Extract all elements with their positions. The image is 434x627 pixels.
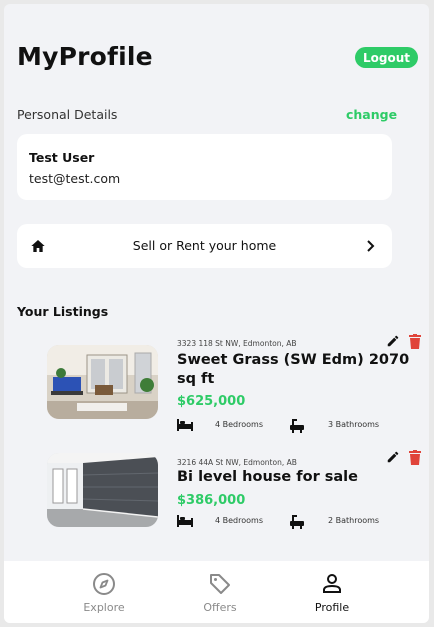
listing-address: 3216 44A St NW, Edmonton, AB — [177, 458, 297, 467]
nav-offers[interactable]: Offers — [180, 561, 260, 623]
listing-address: 3323 118 St NW, Edmonton, AB — [177, 339, 297, 348]
edit-icon[interactable] — [386, 450, 400, 464]
personal-details-label: Personal Details — [17, 107, 118, 122]
nav-profile-label: Profile — [314, 601, 350, 614]
chevron-right-icon — [367, 240, 375, 252]
bathtub-icon — [290, 419, 304, 433]
listing-photo — [47, 453, 158, 527]
logout-button[interactable]: Logout — [355, 47, 418, 68]
your-listings-heading: Your Listings — [17, 304, 109, 319]
edit-icon[interactable] — [386, 334, 400, 348]
personal-details-card: Test User test@test.com — [17, 134, 392, 200]
listing-title: Bi level house for sale — [177, 469, 358, 485]
nav-explore[interactable]: Explore — [64, 561, 144, 623]
listing-price: $386,000 — [177, 493, 246, 508]
sell-or-rent-label: Sell or Rent your home — [132, 238, 277, 253]
listing-item[interactable]: 3216 44A St NW, Edmonton, AB Bi level ho… — [4, 448, 429, 530]
nav-profile[interactable]: Profile — [292, 561, 372, 623]
listing-title: Sweet Grass (SW Edm) 2070 sq ft — [177, 352, 410, 387]
nav-offers-label: Offers — [203, 601, 237, 614]
listing-item[interactable]: 3323 118 St NW, Edmonton, AB Sweet Grass… — [4, 330, 429, 433]
listing-photo — [47, 345, 158, 419]
tag-icon — [210, 574, 230, 594]
bed-icon — [177, 515, 193, 527]
bathrooms-count: 2 Bathrooms — [328, 516, 380, 525]
change-details-link[interactable]: change — [346, 107, 397, 122]
bed-icon — [177, 419, 193, 431]
delete-icon[interactable] — [409, 450, 421, 465]
listing-meta: 4 Bedrooms 2 Bathrooms — [177, 514, 417, 530]
bottom-nav: Explore Offers Profile — [4, 561, 429, 623]
bathtub-icon — [290, 515, 304, 529]
person-icon — [323, 574, 341, 593]
listing-meta: 4 Bedrooms 3 Bathrooms — [177, 418, 417, 434]
bedrooms-count: 4 Bedrooms — [215, 516, 263, 525]
page-title: MyProfile — [17, 42, 153, 71]
user-name: Test User — [29, 150, 95, 165]
bathrooms-count: 3 Bathrooms — [328, 420, 380, 429]
profile-screen: MyProfile Logout Personal Details change… — [4, 4, 429, 623]
bedrooms-count: 4 Bedrooms — [215, 420, 263, 429]
nav-explore-label: Explore — [83, 601, 125, 614]
listing-price: $625,000 — [177, 394, 246, 409]
sell-or-rent-button[interactable]: Sell or Rent your home — [17, 224, 392, 268]
delete-icon[interactable] — [409, 334, 421, 349]
compass-icon — [93, 573, 115, 595]
user-email: test@test.com — [29, 171, 121, 186]
